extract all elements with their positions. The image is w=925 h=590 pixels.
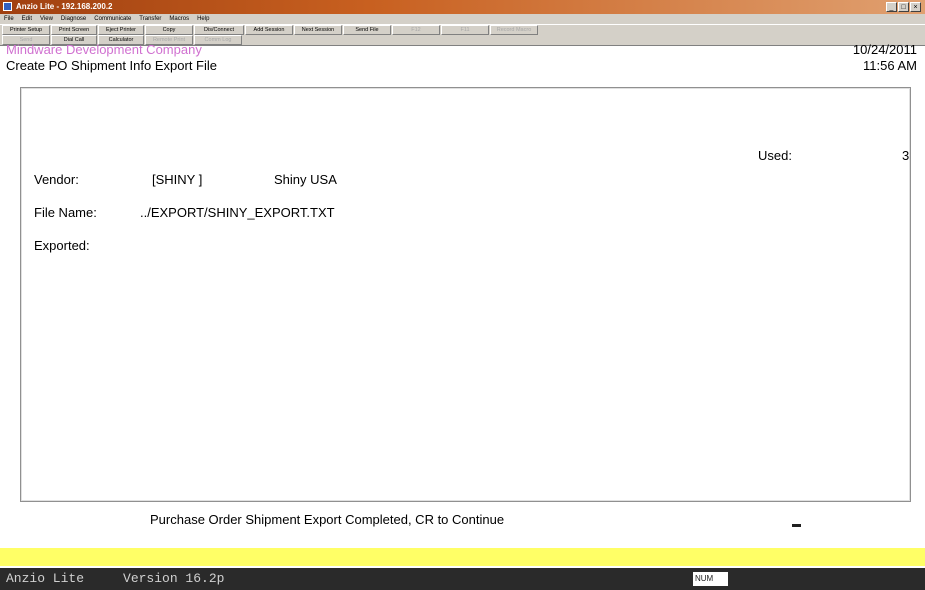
status-message: Purchase Order Shipment Export Completed… [150,512,505,527]
f12-button[interactable]: F12 [392,25,440,35]
used-label: Used: [758,148,792,163]
record-macro-button[interactable]: Record Macro [490,25,538,35]
add-session-button[interactable]: Add Session [245,25,293,35]
menu-bar: File Edit View Diagnose Communicate Tran… [0,14,925,24]
close-icon[interactable]: × [910,2,921,12]
toolbar-row-1: Printer Setup Print Screen Eject Printer… [0,24,925,35]
company-name: Mindware Development Company [6,42,202,57]
time-display: 11:56 AM [863,58,917,73]
function-key-bar [0,548,925,566]
vendor-name: Shiny USA [274,172,337,187]
num-lock-indicator: NUM [693,572,728,586]
used-value: 3 [902,148,910,163]
f11-button[interactable]: F11 [441,25,489,35]
menu-help[interactable]: Help [197,14,209,24]
menu-communicate[interactable]: Communicate [94,14,131,24]
menu-edit[interactable]: Edit [22,14,32,24]
printer-setup-button[interactable]: Printer Setup [2,25,50,35]
screen-title: Create PO Shipment Info Export File [6,58,217,73]
dis-connect-button[interactable]: Dis/Connect [194,25,244,35]
menu-file[interactable]: File [4,14,14,24]
vendor-label: Vendor: [34,172,79,187]
title-bar: Anzio Lite - 192.168.200.2 _ □ × [0,0,925,14]
file-name-field[interactable]: ../EXPORT/SHINY_EXPORT.TXT [140,205,335,220]
menu-transfer[interactable]: Transfer [139,14,161,24]
next-session-button[interactable]: Next Session [294,25,342,35]
minimize-icon[interactable]: _ [886,2,897,12]
menu-macros[interactable]: Macros [169,14,189,24]
menu-view[interactable]: View [40,14,53,24]
copy-button[interactable]: Copy [145,25,193,35]
text-cursor [792,524,801,527]
app-icon [3,2,12,11]
vendor-code-field[interactable]: [SHINY ] [152,172,202,187]
window-title: Anzio Lite - 192.168.200.2 [16,2,113,11]
exported-label: Exported: [34,238,90,253]
maximize-icon[interactable]: □ [898,2,909,12]
print-screen-button[interactable]: Print Screen [51,25,97,35]
app-version: Anzio Lite Version 16.2p [6,571,225,586]
window-controls: _ □ × [886,2,921,12]
eject-printer-button[interactable]: Eject Printer [98,25,144,35]
file-name-label: File Name: [34,205,97,220]
menu-diagnose[interactable]: Diagnose [61,14,86,24]
send-file-button[interactable]: Send File [343,25,391,35]
status-bar: Anzio Lite Version 16.2p NUM [0,568,925,590]
date-display: 10/24/2011 [852,42,917,57]
